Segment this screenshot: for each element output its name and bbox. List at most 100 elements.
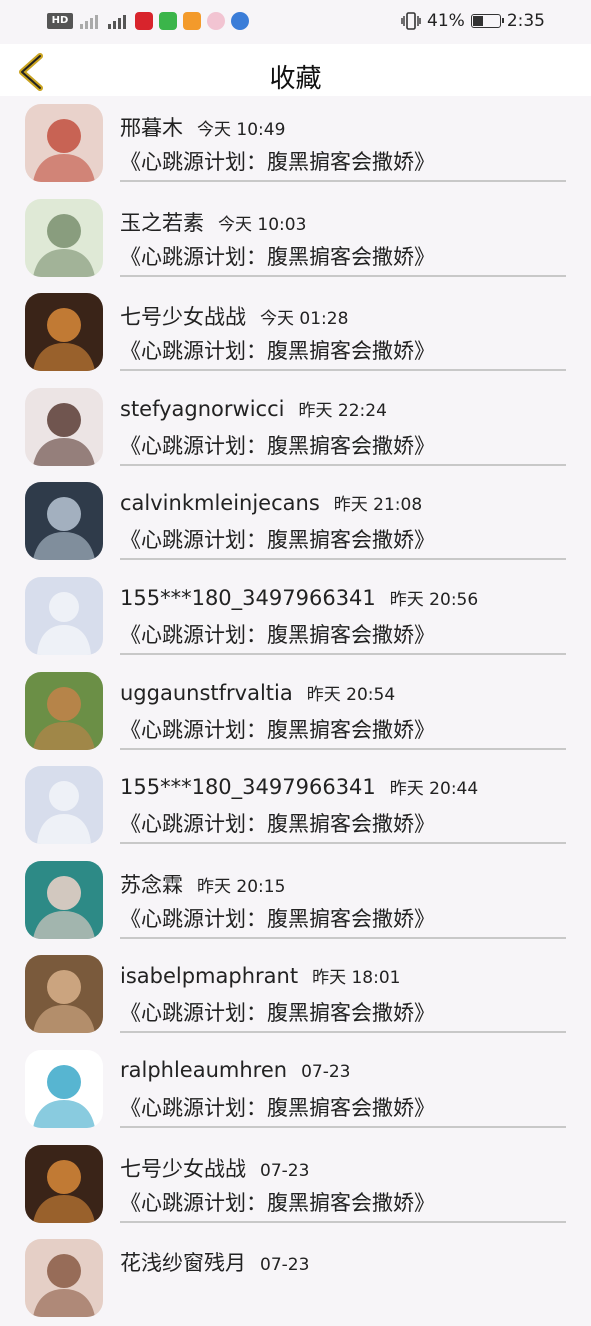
user-name[interactable]: stefyagnorwicci — [120, 397, 284, 421]
divider — [120, 747, 566, 750]
wechat-icon — [159, 12, 177, 30]
work-title-link[interactable]: 《心跳源计划：腹黑掮客会撒娇》 — [120, 997, 435, 1027]
divider — [120, 936, 566, 939]
default-user-icon — [37, 781, 91, 845]
work-title-link[interactable]: 《心跳源计划：腹黑掮客会撒娇》 — [120, 241, 435, 271]
user-photo-icon — [33, 308, 95, 372]
page-title: 收藏 — [269, 64, 322, 94]
clock: 2:35 — [506, 11, 545, 31]
name-line: ralphleaumhren 07-23 — [120, 1058, 350, 1082]
battery-icon — [470, 14, 504, 28]
list-item[interactable]: 玉之若素 今天 10:03 《心跳源计划：腹黑掮客会撒娇》 — [0, 191, 591, 286]
avatar[interactable] — [25, 576, 103, 655]
battery-percent: 41% — [427, 11, 465, 31]
name-line: 玉之若素 今天 10:03 — [120, 207, 306, 237]
favorite-time: 昨天 20:56 — [389, 589, 479, 610]
list-item[interactable]: calvinkmleinjecans 昨天 21:08 《心跳源计划：腹黑掮客会撒娇… — [0, 474, 591, 569]
work-title-link[interactable]: 《心跳源计划：腹黑掮客会撒娇》 — [120, 1092, 435, 1122]
work-title-link[interactable]: 《心跳源计划：腹黑掮客会撒娇》 — [120, 430, 435, 460]
user-photo-icon — [33, 119, 95, 182]
favorite-time: 昨天 20:44 — [389, 779, 479, 800]
user-name[interactable]: 玉之若素 — [120, 211, 204, 235]
list-item[interactable]: 七号少女战战 今天 01:28 《心跳源计划：腹黑掮客会撒娇》 — [0, 285, 591, 380]
avatar[interactable] — [25, 860, 103, 939]
default-user-icon — [37, 591, 91, 655]
header-bar: 收藏 — [0, 44, 591, 96]
user-name[interactable]: isabelpmaphrant — [120, 964, 298, 988]
favorite-time: 昨天 20:15 — [197, 876, 286, 897]
list-item[interactable]: 邢暮木 今天 10:49 《心跳源计划：腹黑掮客会撒娇》 — [0, 96, 591, 191]
favorite-time: 今天 10:03 — [218, 214, 307, 235]
list-item[interactable]: 七号少女战战 07-23 《心跳源计划：腹黑掮客会撒娇》 — [0, 1137, 591, 1232]
name-line: 七号少女战战 07-23 — [120, 1153, 309, 1183]
name-line: 花浅纱窗残月 07-23 — [120, 1247, 309, 1277]
name-line: 邢暮木 今天 10:49 — [120, 112, 285, 142]
user-photo-icon — [33, 213, 95, 277]
avatar[interactable] — [25, 1239, 103, 1318]
status-bar: HD 41% 2:35 — [0, 0, 591, 44]
avatar[interactable] — [25, 198, 103, 277]
user-name[interactable]: 花浅纱窗残月 — [120, 1251, 246, 1275]
name-line: calvinkmleinjecans 昨天 21:08 — [120, 490, 422, 515]
avatar[interactable] — [25, 1144, 103, 1223]
work-title-link[interactable]: 《心跳源计划：腹黑掮客会撒娇》 — [120, 1187, 435, 1217]
work-title-link[interactable]: 《心跳源计划：腹黑掮客会撒娇》 — [120, 714, 435, 744]
divider — [120, 1220, 566, 1223]
user-name[interactable]: 邢暮木 — [120, 116, 183, 140]
avatar[interactable] — [25, 482, 103, 561]
name-line: stefyagnorwicci 昨天 22:24 — [120, 396, 387, 421]
user-name[interactable]: 155***180_3497966341 — [120, 586, 376, 610]
favorite-time: 今天 01:28 — [260, 309, 349, 330]
divider — [120, 842, 566, 845]
user-name[interactable]: calvinkmleinjecans — [120, 491, 320, 515]
user-name[interactable]: ralphleaumhren — [120, 1058, 287, 1082]
list-item[interactable]: stefyagnorwicci 昨天 22:24 《心跳源计划：腹黑掮客会撒娇》 — [0, 380, 591, 475]
avatar[interactable] — [25, 1049, 103, 1128]
work-title-link[interactable]: 《心跳源计划：腹黑掮客会撒娇》 — [120, 808, 435, 838]
list-item[interactable]: 155***180_3497966341 昨天 20:56 《心跳源计划：腹黑掮客会… — [0, 569, 591, 664]
favorite-time: 07-23 — [301, 1061, 351, 1082]
user-photo-icon — [33, 686, 95, 750]
avatar[interactable] — [25, 955, 103, 1034]
avatar[interactable] — [25, 671, 103, 750]
favorite-time: 07-23 — [260, 1160, 310, 1181]
list-item[interactable]: ralphleaumhren 07-23 《心跳源计划：腹黑掮客会撒娇》 — [0, 1042, 591, 1137]
user-photo-icon — [33, 1064, 95, 1128]
favorite-time: 今天 10:49 — [197, 120, 286, 140]
divider — [120, 1125, 566, 1128]
user-name[interactable]: 苏念霖 — [120, 873, 183, 897]
divider — [120, 558, 566, 561]
user-name[interactable]: 七号少女战战 — [120, 305, 246, 329]
user-name[interactable]: uggaunstfrvaltia — [120, 681, 293, 705]
app-notification-icon — [135, 12, 153, 30]
avatar[interactable] — [25, 104, 103, 182]
name-line: 苏念霖 昨天 20:15 — [120, 869, 285, 899]
favorite-time: 昨天 18:01 — [312, 968, 401, 989]
work-title-link[interactable]: 《心跳源计划：腹黑掮客会撒娇》 — [120, 335, 435, 365]
avatar[interactable] — [25, 766, 103, 845]
user-photo-icon — [33, 970, 95, 1034]
work-title-link[interactable]: 《心跳源计划：腹黑掮客会撒娇》 — [120, 146, 435, 176]
user-photo-icon — [33, 1254, 95, 1318]
status-icons-left: HD — [47, 12, 249, 30]
list-item[interactable]: uggaunstfrvaltia 昨天 20:54 《心跳源计划：腹黑掮客会撒娇》 — [0, 664, 591, 759]
signal-4g-icon — [108, 15, 126, 29]
work-title-link[interactable]: 《心跳源计划：腹黑掮客会撒娇》 — [120, 524, 435, 554]
list-item[interactable]: 苏念霖 昨天 20:15 《心跳源计划：腹黑掮客会撒娇》 — [0, 853, 591, 948]
list-item[interactable]: isabelpmaphrant 昨天 18:01 《心跳源计划：腹黑掮客会撒娇》 — [0, 947, 591, 1042]
divider — [120, 274, 566, 277]
app-notification-icon — [207, 12, 225, 30]
work-title-link[interactable]: 《心跳源计划：腹黑掮客会撒娇》 — [120, 619, 435, 649]
list-item[interactable]: 155***180_3497966341 昨天 20:44 《心跳源计划：腹黑掮客会… — [0, 758, 591, 853]
divider — [120, 180, 566, 182]
list-item[interactable]: 花浅纱窗残月 07-23 — [0, 1231, 591, 1326]
user-name[interactable]: 七号少女战战 — [120, 1157, 246, 1181]
browser-icon — [231, 12, 249, 30]
avatar[interactable] — [25, 293, 103, 372]
user-name[interactable]: 155***180_3497966341 — [120, 775, 376, 799]
favorite-time: 昨天 20:54 — [306, 684, 396, 705]
avatar[interactable] — [25, 387, 103, 466]
user-photo-icon — [33, 1159, 95, 1223]
video-app-icon — [183, 12, 201, 30]
work-title-link[interactable]: 《心跳源计划：腹黑掮客会撒娇》 — [120, 903, 435, 933]
